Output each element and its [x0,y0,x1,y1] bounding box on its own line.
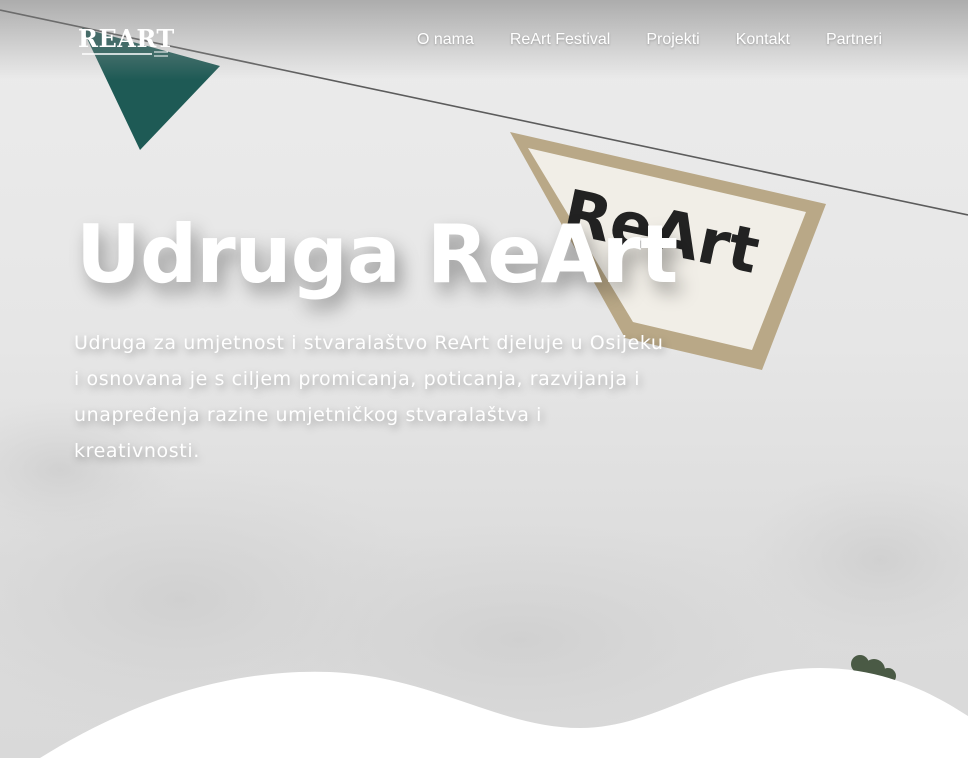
nav-projekti[interactable]: Projekti [646,30,699,50]
bottom-wave-divider [40,668,968,758]
top-navigation-bar: REART O nama ReArt Festival Projekti Kon… [0,0,968,80]
hero-section: ReArt REART O nama ReArt Festival Projek… [0,0,968,758]
nav-partneri[interactable]: Partneri [826,30,882,50]
nav-reart-festival[interactable]: ReArt Festival [510,30,610,50]
nav-o-nama[interactable]: O nama [417,30,474,50]
reart-logo[interactable]: REART [78,26,175,52]
hero-title: Udruga ReArt [76,208,678,301]
main-nav: O nama ReArt Festival Projekti Kontakt P… [381,30,882,50]
nav-kontakt[interactable]: Kontakt [736,30,790,50]
reart-logo-icon [82,51,168,57]
hero-description: Udruga za umjetnost i stvaralaštvo ReArt… [74,332,664,462]
